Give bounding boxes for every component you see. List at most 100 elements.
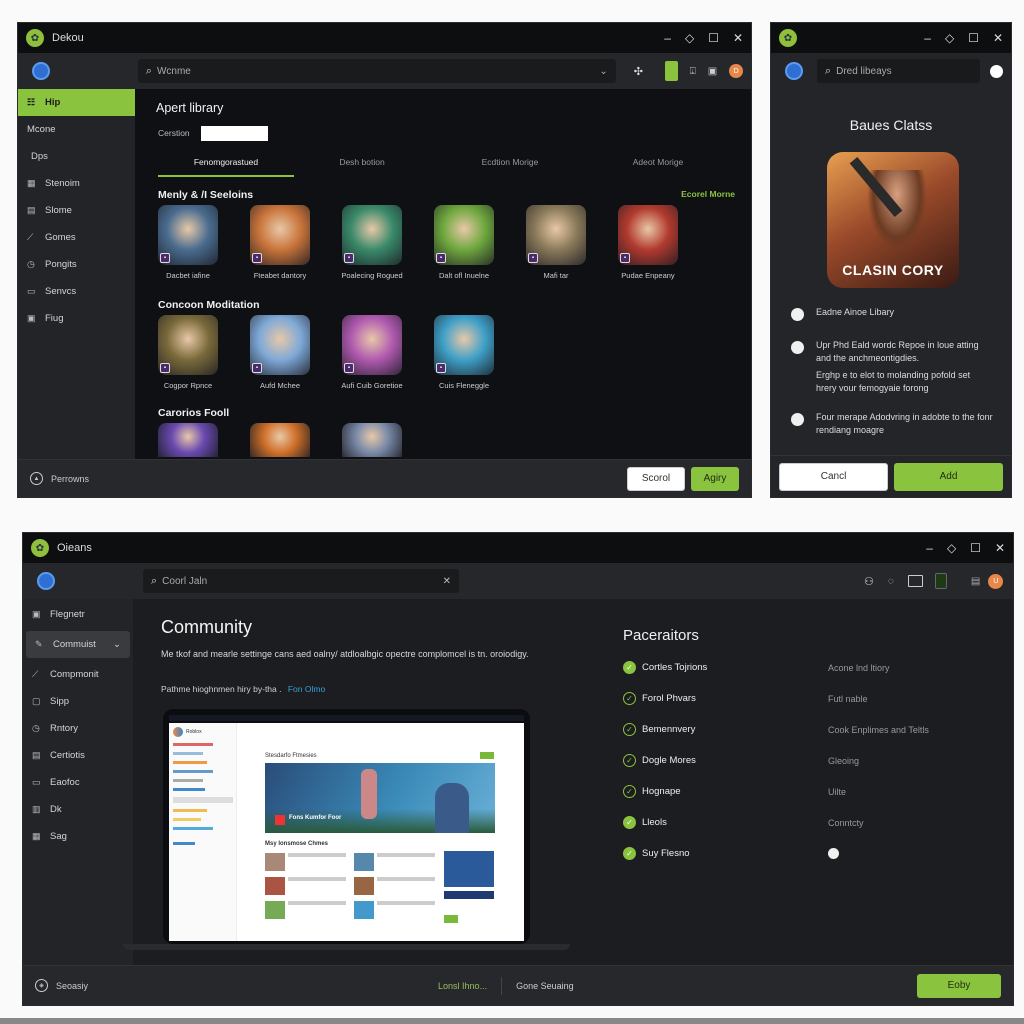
radio-button[interactable] xyxy=(791,308,804,321)
check-icon[interactable]: ✓ xyxy=(623,723,636,736)
sidebar-item[interactable]: ▣ Flegnetr xyxy=(23,601,133,628)
game-thumbnail[interactable]: ▪ xyxy=(158,205,218,265)
chevron-down-icon[interactable]: ⌄ xyxy=(599,66,607,77)
game-thumbnail[interactable]: ▪ xyxy=(526,205,586,265)
game-thumbnail[interactable]: ▪ xyxy=(158,315,218,375)
move-icon[interactable]: ✣ xyxy=(634,65,643,78)
check-icon[interactable]: ✓ xyxy=(623,661,636,674)
record-button[interactable] xyxy=(990,64,1003,78)
maximize-button[interactable]: ☐ xyxy=(968,31,979,45)
battery-icon[interactable] xyxy=(934,573,947,589)
pin-button[interactable]: ◇ xyxy=(685,31,694,45)
chat-icon[interactable]: ◌ xyxy=(888,576,894,587)
cancel-button[interactable]: Scorol xyxy=(627,466,685,491)
sidebar-item[interactable]: Mcone xyxy=(18,116,135,143)
minimize-button[interactable]: – xyxy=(926,541,933,555)
game-thumbnail[interactable]: ▪ xyxy=(250,315,310,375)
tab[interactable]: Adeot Morige xyxy=(590,157,726,177)
close-button[interactable]: ✕ xyxy=(995,541,1005,555)
check-icon[interactable]: ✓ xyxy=(623,847,636,860)
cancel-button[interactable]: Cancl xyxy=(779,462,889,491)
green-badge-icon[interactable] xyxy=(665,61,678,81)
game-tile[interactable] xyxy=(250,423,310,457)
sidebar-item[interactable]: ▤ Slome xyxy=(18,197,135,224)
game-tile[interactable]: ▪ Fteabet dantory xyxy=(250,205,310,280)
game-thumbnail[interactable]: ▪ xyxy=(342,315,402,375)
chevron-down-icon[interactable]: ⌄ xyxy=(113,639,121,650)
footer-status-link[interactable]: Lonsl Ihno... xyxy=(438,981,487,991)
close-button[interactable]: ✕ xyxy=(993,31,1003,45)
monitor-icon[interactable] xyxy=(907,575,923,587)
check-icon[interactable]: ✓ xyxy=(623,692,636,705)
game-tile[interactable]: ▪ Cogpor Rpnce xyxy=(158,315,218,390)
sidebar-item[interactable]: ◷ Pongits xyxy=(18,251,135,278)
game-thumbnail[interactable] xyxy=(250,423,310,457)
sidebar-item[interactable]: ▢ Sipp xyxy=(23,688,133,715)
game-thumbnail[interactable] xyxy=(342,423,402,457)
sidebar-item[interactable]: Dps xyxy=(18,143,135,170)
game-cover-art[interactable]: CLASIN CORY xyxy=(827,152,959,288)
close-button[interactable]: ✕ xyxy=(733,31,743,45)
sidebar-item[interactable]: ✎ Commuist ⌄ xyxy=(26,631,130,658)
card-icon[interactable]: ▤ xyxy=(971,576,980,587)
check-icon[interactable]: ✓ xyxy=(623,754,636,767)
bell-icon[interactable]: ⍗ xyxy=(690,66,696,77)
avatar[interactable]: U xyxy=(988,573,1004,589)
search-input[interactable]: ⌕ Wcnme ⌄ xyxy=(137,59,616,83)
parameter-toggle[interactable] xyxy=(828,848,839,859)
learn-more-link[interactable]: Fon Olmo xyxy=(288,684,325,694)
game-tile[interactable]: ▪ Mafi tar xyxy=(526,205,586,280)
option-row[interactable]: Erghp e to elot to molanding pofold set … xyxy=(791,369,993,395)
maximize-button[interactable]: ☐ xyxy=(970,541,981,555)
game-thumbnail[interactable]: ▪ xyxy=(434,315,494,375)
tab[interactable]: Fenomgorastued xyxy=(158,157,294,177)
check-icon[interactable]: ✓ xyxy=(623,785,636,798)
minimize-button[interactable]: – xyxy=(664,31,671,45)
footer-label[interactable]: Perrowns xyxy=(51,474,89,484)
sidebar-item[interactable]: ☷ Hip xyxy=(18,89,135,116)
group-icon[interactable]: ⚇ xyxy=(864,575,874,588)
radio-button[interactable] xyxy=(791,341,804,354)
game-tile[interactable]: ▪ Poalecing Rogued xyxy=(341,205,403,280)
search-input[interactable]: ⌕ Coorl Jaln ✕ xyxy=(143,569,459,593)
sidebar-item[interactable]: ▭ Eaofoc xyxy=(23,769,133,796)
game-thumbnail[interactable]: ▪ xyxy=(250,205,310,265)
game-tile[interactable]: ▪ Aufi Cuib Goretioe xyxy=(341,315,403,390)
add-button[interactable]: Add xyxy=(894,462,1003,491)
clear-search-icon[interactable]: ✕ xyxy=(443,576,451,587)
sidebar-item[interactable]: ▣ Fiug xyxy=(18,305,135,332)
game-tile[interactable]: ▪ Dacbet iafine xyxy=(158,205,218,280)
radio-button[interactable] xyxy=(791,413,804,426)
pin-button[interactable]: ◇ xyxy=(945,31,954,45)
sidebar-item[interactable]: ⟋ Gomes xyxy=(18,224,135,251)
option-row[interactable]: Eadne Ainoe Libary xyxy=(791,306,993,321)
game-tile[interactable] xyxy=(158,423,218,457)
avatar[interactable]: D xyxy=(729,64,744,78)
game-thumbnail[interactable]: ▪ xyxy=(342,205,402,265)
calendar-icon[interactable]: ▣ xyxy=(708,66,717,77)
game-tile[interactable]: ▪ Pudae Enpeany xyxy=(618,205,678,280)
search-input[interactable]: ⌕ Dred libeays xyxy=(816,59,981,83)
game-thumbnail[interactable] xyxy=(158,423,218,457)
filter-input[interactable] xyxy=(201,126,268,141)
pin-button[interactable]: ◇ xyxy=(947,541,956,555)
apply-button[interactable]: Eoby xyxy=(917,973,1001,998)
option-row[interactable]: Four merape Adodvring in adobte to the f… xyxy=(791,411,993,437)
sidebar-item[interactable]: ◷ Rntory xyxy=(23,715,133,742)
footer-label[interactable]: Seoasiy xyxy=(56,981,88,991)
game-tile[interactable] xyxy=(342,423,402,457)
see-more-link[interactable]: Ecorel Morne xyxy=(681,189,735,199)
sidebar-item[interactable]: ⟋ Compmonit xyxy=(23,661,133,688)
game-thumbnail[interactable]: ▪ xyxy=(434,205,494,265)
game-thumbnail[interactable]: ▪ xyxy=(618,205,678,265)
sidebar-item[interactable]: ▭ Senvcs xyxy=(18,278,135,305)
tab[interactable]: Ecdtion Morige xyxy=(442,157,578,177)
game-tile[interactable]: ▪ Dalt ofl Inuelne xyxy=(434,205,494,280)
sidebar-item[interactable]: ▥ Dk xyxy=(23,796,133,823)
check-icon[interactable]: ✓ xyxy=(623,816,636,829)
minimize-button[interactable]: – xyxy=(924,31,931,45)
game-tile[interactable]: ▪ Aufd Mchee xyxy=(250,315,310,390)
apply-button[interactable]: Agiry xyxy=(691,466,739,491)
tab[interactable]: Desh botion xyxy=(294,157,430,177)
sidebar-item[interactable]: ▤ Certiotis xyxy=(23,742,133,769)
